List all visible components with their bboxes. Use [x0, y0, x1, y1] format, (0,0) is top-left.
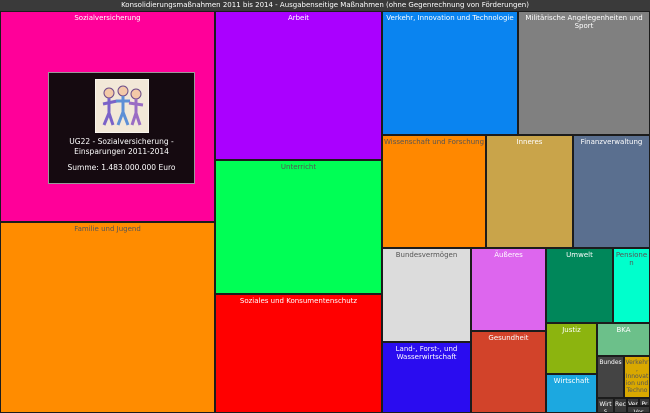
treemap-cell[interactable]: Arbeit	[215, 11, 382, 160]
family-icon	[94, 79, 149, 133]
treemap-cell[interactable]: Pra	[639, 398, 650, 406]
treemap-cell-label: Wirtschaft	[553, 377, 590, 385]
treemap-cell[interactable]: Inneres	[486, 135, 573, 248]
treemap-cell-label: Rec	[615, 401, 626, 408]
treemap-cell[interactable]: Pensionen	[613, 248, 650, 323]
treemap-cell[interactable]: Justiz	[546, 323, 597, 374]
treemap-cell[interactable]: Ver	[627, 406, 650, 413]
treemap-cell[interactable]: Wirtschaft	[546, 374, 597, 413]
treemap-cell[interactable]: Rec	[614, 398, 627, 413]
treemap-cell-label: Inneres	[516, 138, 543, 146]
treemap-cell-label: Bundesvermögen	[395, 251, 458, 259]
treemap-cell-label: Wissenschaft und Forschung	[384, 138, 485, 146]
treemap-cell[interactable]: Verkehr, Innovation und Techno	[624, 356, 650, 398]
treemap-cell-label: Sozialversicherung	[74, 14, 141, 22]
treemap-cell[interactable]: Bundesvermögen	[382, 248, 471, 342]
treemap-cell-label: Wirts (Fors	[599, 401, 612, 413]
treemap-cell-label: Justiz	[562, 326, 581, 334]
treemap-cell[interactable]: Äußeres	[471, 248, 546, 331]
tooltip-title: UG22 - Sozialversicherung - Einsparungen…	[69, 137, 174, 156]
treemap-cell-label: Pensionen	[615, 251, 648, 267]
treemap-cell-label: Militärische Angelegenheiten und Sport	[525, 14, 643, 30]
chart-title: Konsolidierungsmaßnahmen 2011 bis 2014 -…	[0, 0, 650, 11]
treemap-cell-label: Verkehr, Innovation und Techno	[625, 359, 649, 394]
treemap-cell-label: Verkehr, Innovation und Technologie	[386, 14, 514, 22]
treemap-cell-label: Land-, Forst-, und Wasserwirtschaft	[395, 345, 458, 361]
treemap-cell-label: Gesundheit	[488, 334, 529, 342]
treemap-cell[interactable]: Ver	[627, 398, 639, 406]
treemap-cell[interactable]: Familie und Jugend	[0, 222, 215, 413]
treemap-cell-label: Finanzverwaltung	[580, 138, 643, 146]
treemap-cell[interactable]: Bundes	[597, 356, 624, 398]
treemap-cell[interactable]: BKA	[597, 323, 650, 356]
treemap-cell[interactable]: Militärische Angelegenheiten und Sport	[518, 11, 650, 135]
treemap-cell[interactable]: Umwelt	[546, 248, 613, 323]
treemap-cell-label: Familie und Jugend	[74, 225, 141, 233]
tooltip-amount: Summe: 1.483.000.000 Euro	[67, 163, 176, 172]
treemap-cell[interactable]: Wirts (Fors	[597, 398, 614, 413]
treemap-cell[interactable]: Finanzverwaltung	[573, 135, 650, 248]
treemap-cell[interactable]: Unterricht	[215, 160, 382, 294]
treemap-widget: Konsolidierungsmaßnahmen 2011 bis 2014 -…	[0, 0, 650, 413]
treemap-cell-label: Soziales und Konsumentenschutz	[239, 297, 358, 305]
treemap-cell[interactable]: Soziales und Konsumentenschutz	[215, 294, 382, 413]
treemap-cell-label: Äußeres	[494, 251, 523, 259]
treemap-cell[interactable]: Verkehr, Innovation und Technologie	[382, 11, 518, 135]
treemap-cell-label: BKA	[616, 326, 631, 334]
treemap-cell[interactable]: Gesundheit	[471, 331, 546, 413]
tooltip: UG22 - Sozialversicherung - Einsparungen…	[48, 72, 195, 184]
treemap-cell-label: Bundes	[599, 359, 622, 366]
treemap-cell[interactable]: Land-, Forst-, und Wasserwirtschaft	[382, 342, 471, 413]
treemap-cell[interactable]: Wissenschaft und Forschung	[382, 135, 486, 248]
treemap-cell-label: Umwelt	[566, 251, 593, 259]
treemap-cell-label: Arbeit	[287, 14, 310, 22]
treemap-cell-label: Ver	[633, 409, 644, 413]
treemap-cell-label: Unterricht	[280, 163, 317, 171]
